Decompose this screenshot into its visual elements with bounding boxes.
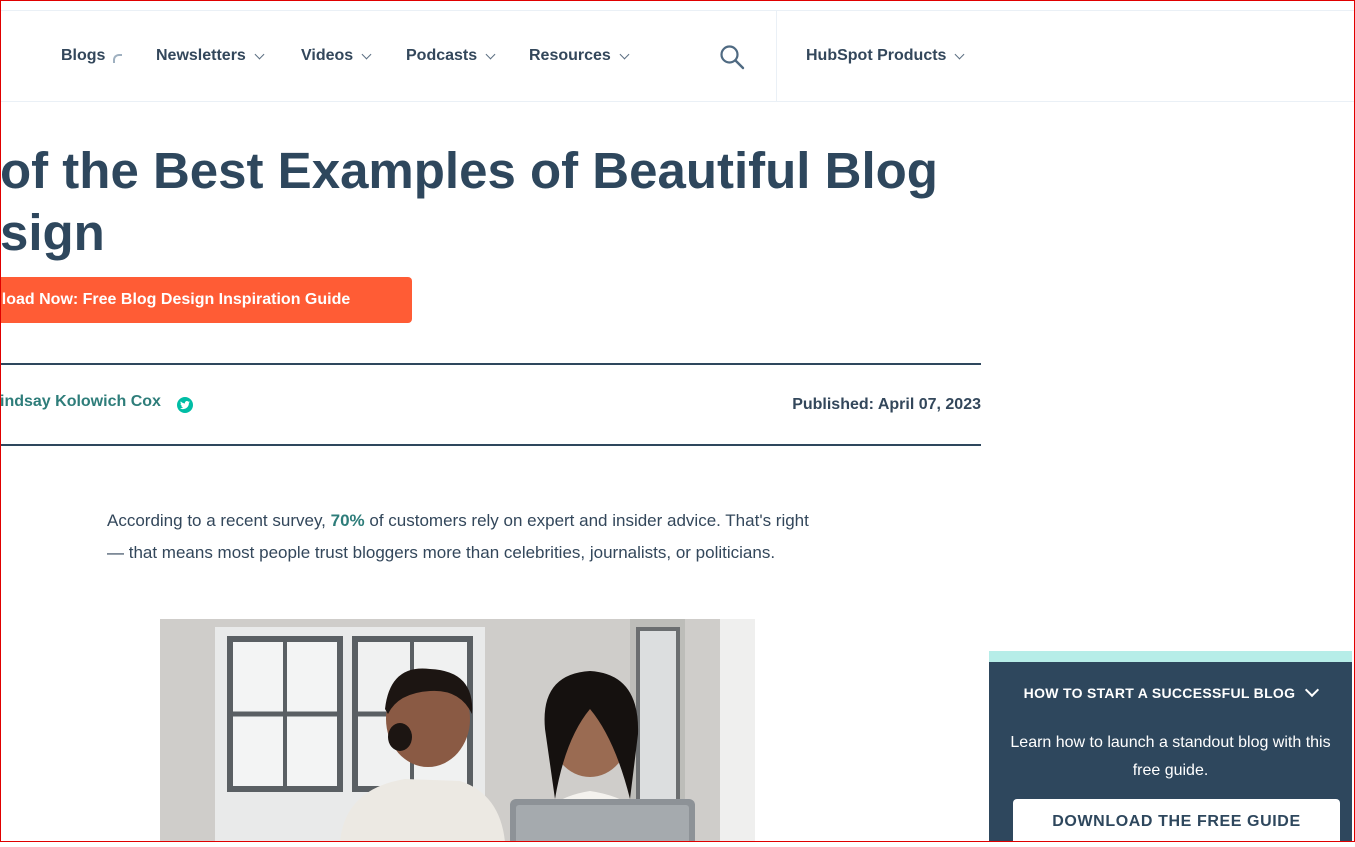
top-nav: Blogs Newsletters Videos Podcasts Resour… [0,10,1355,102]
download-guide-label: nload Now: Free Blog Design Inspiration … [0,291,351,308]
nav-item-label: Blogs [61,47,106,64]
nav-divider [776,11,777,101]
widget-toggle[interactable]: HOW TO START A SUCCESSFUL BLOG [989,682,1352,701]
author-link[interactable]: indsay Kolowich Cox [0,393,161,411]
widget-description: Learn how to launch a standout blog with… [1010,734,1331,779]
search-button[interactable] [719,44,745,70]
survey-stat-link[interactable]: 70% [331,511,365,530]
download-guide-button[interactable]: nload Now: Free Blog Design Inspiration … [0,277,412,323]
article-title: of the Best Examples of Beautiful Blog s… [0,142,938,261]
article-hero-image [160,619,755,842]
divider-top [0,363,981,365]
nav-item-blogs[interactable]: Blogs [61,11,123,101]
nav-item-newsletters[interactable]: Newsletters [156,11,265,101]
chevron-down-icon [361,49,372,59]
twitter-icon [180,400,190,409]
nav-item-label: Newsletters [156,47,246,64]
widget-accent-stripe [989,651,1352,662]
nav-item-podcasts[interactable]: Podcasts [406,11,496,101]
loading-spinner-icon [113,53,123,63]
nav-item-label: Videos [301,47,354,64]
nav-item-resources[interactable]: Resources [529,11,630,101]
intro-text-start: According to a recent survey, [107,511,331,530]
nav-item-label: HubSpot Products [806,47,947,64]
nav-item-videos[interactable]: Videos [301,11,372,101]
nav-item-label: Resources [529,47,611,64]
intro-paragraph: According to a recent survey, 70% of cus… [107,505,827,569]
twitter-link[interactable] [177,397,193,413]
nav-item-label: Podcasts [406,47,478,64]
chevron-down-icon [485,49,496,59]
divider-bottom [0,444,981,446]
published-date: Published: April 07, 2023 [792,396,981,413]
chevron-down-icon [1305,682,1320,698]
chevron-down-icon [619,49,630,59]
download-free-guide-button[interactable]: DOWNLOAD THE FREE GUIDE [1013,799,1340,847]
search-icon [720,45,745,70]
widget-title: HOW TO START A SUCCESSFUL BLOG [1023,685,1296,701]
chevron-down-icon [954,49,965,59]
nav-item-hubspot-products[interactable]: HubSpot Products [806,11,965,101]
guide-promo-widget: HOW TO START A SUCCESSFUL BLOG Learn how… [989,651,1352,847]
chevron-down-icon [254,49,265,59]
